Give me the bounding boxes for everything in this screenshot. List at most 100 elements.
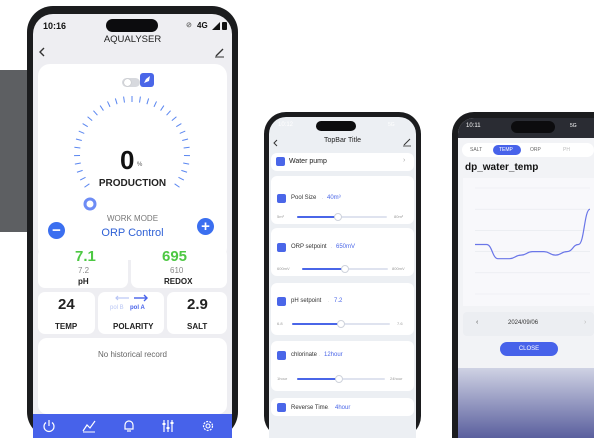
separator: · xyxy=(319,353,321,358)
bell-icon[interactable] xyxy=(122,419,136,433)
chlorinate-label: chlorinate xyxy=(291,352,318,358)
page-title: TopBar Title xyxy=(324,137,361,144)
chlorinate-min: 1hour xyxy=(277,376,288,381)
chlorinate-icon xyxy=(277,351,286,360)
mute-icon: ⊘ xyxy=(186,22,192,29)
pool-size-knob[interactable] xyxy=(334,213,342,221)
chart-title: dp_water_temp xyxy=(465,162,539,173)
gauge-tick xyxy=(183,146,190,149)
ph-label: pH setpoint xyxy=(291,298,322,304)
close-button[interactable]: CLOSE xyxy=(500,342,558,356)
gauge-tick xyxy=(175,123,182,128)
chlorinate-fill xyxy=(297,378,339,380)
gauge-tick xyxy=(160,105,165,111)
ph-value: 7.2 xyxy=(334,298,343,304)
settings-icon[interactable] xyxy=(201,419,215,433)
gauge-tick xyxy=(146,98,150,105)
orp-value: 650mV xyxy=(336,244,356,250)
gauge-tick xyxy=(74,162,81,165)
pump-icon xyxy=(276,157,285,166)
chlorinate-card xyxy=(271,341,414,391)
orp-fill xyxy=(302,268,345,270)
separator: · xyxy=(331,245,333,250)
network-label: 5G xyxy=(388,122,395,128)
reverse-icon xyxy=(277,403,286,412)
gauge-tick xyxy=(182,138,189,142)
temp-value: 24 xyxy=(58,296,75,313)
gauge-tick xyxy=(99,105,104,111)
ph-label: pH xyxy=(78,277,89,286)
dynamic-island xyxy=(511,121,555,133)
orp-knob[interactable] xyxy=(341,265,349,273)
polarity-arrows-icon xyxy=(115,294,148,302)
next-date-icon[interactable]: › xyxy=(584,319,586,326)
segment-temp[interactable]: TEMP xyxy=(499,147,513,153)
gauge-tick xyxy=(183,162,190,165)
dynamic-island xyxy=(316,121,356,131)
polarity-left: pol B xyxy=(110,305,124,311)
network-label: 4G xyxy=(197,21,208,30)
pool-size-fill xyxy=(297,216,338,218)
ph-icon xyxy=(277,297,286,306)
signal-battery-icon xyxy=(212,22,227,30)
ph-fill xyxy=(292,323,341,325)
chlorinate-max: 24hour xyxy=(390,376,403,381)
separator: · xyxy=(322,196,324,201)
redox-value: 695 xyxy=(162,248,188,265)
gauge-tick xyxy=(153,101,157,108)
chevron-right-icon: › xyxy=(403,157,406,164)
gauge-tick xyxy=(76,169,83,173)
redox-target: 610 xyxy=(170,266,184,275)
orp-icon xyxy=(277,243,286,252)
reverse-label: Reverse Time xyxy=(291,405,329,411)
gauge-tick xyxy=(166,110,171,116)
segment-ph[interactable]: PH xyxy=(563,147,570,153)
rocket-icon xyxy=(140,73,154,87)
decrease-button[interactable]: − xyxy=(48,222,65,239)
production-unit: % xyxy=(137,162,143,168)
chart-icon[interactable] xyxy=(82,419,96,433)
pool-icon xyxy=(277,194,286,203)
chlorinate-value: 12hour xyxy=(324,352,343,358)
power-icon[interactable] xyxy=(42,419,56,433)
status-time: 10:16 xyxy=(43,21,67,31)
background-panel xyxy=(0,70,30,232)
date-value: 2024/09/06 xyxy=(508,320,539,326)
orp-min: 600mV xyxy=(277,266,290,271)
orp-label: ORP setpoint xyxy=(291,244,327,250)
ph-min: 6.8 xyxy=(277,321,283,326)
temp-label: TEMP xyxy=(55,322,78,331)
gauge-handle[interactable] xyxy=(83,197,97,211)
salt-value: 2.9 xyxy=(187,296,208,313)
pool-size-max: 80m³ xyxy=(394,214,404,219)
gauge-tick xyxy=(107,101,111,108)
temp-line-chart xyxy=(474,187,591,295)
series-line xyxy=(474,208,591,260)
sliders-icon[interactable] xyxy=(161,419,175,433)
history-empty-text: No historical record xyxy=(98,350,167,359)
back-arrow-icon[interactable] xyxy=(38,47,46,57)
gauge-tick xyxy=(78,130,85,134)
gauge-tick xyxy=(123,96,125,103)
gauge-tick xyxy=(139,96,141,103)
segment-orp[interactable]: ORP xyxy=(530,147,541,153)
water-pump-label: Water pump xyxy=(289,158,327,165)
edit-icon[interactable] xyxy=(403,138,411,147)
gauge-tick xyxy=(179,130,186,134)
segment-salt[interactable]: SALT xyxy=(470,147,482,153)
pool-size-label: Pool Size xyxy=(291,195,317,201)
production-value: 0 xyxy=(120,145,135,175)
toggle-knob xyxy=(124,79,131,86)
gauge-tick xyxy=(181,169,188,173)
prev-date-icon[interactable]: ‹ xyxy=(476,319,478,326)
redox-label: REDOX xyxy=(164,277,193,286)
increase-button[interactable]: + xyxy=(197,218,214,235)
separator: · xyxy=(328,299,330,304)
pool-size-min: 5m³ xyxy=(277,214,284,219)
background-blur xyxy=(458,368,594,438)
reverse-value: 4hour xyxy=(335,405,351,411)
chlorinate-knob[interactable] xyxy=(335,375,343,383)
ph-knob[interactable] xyxy=(337,320,345,328)
edit-icon[interactable] xyxy=(214,46,225,58)
polarity-label: POLARITY xyxy=(113,322,154,331)
